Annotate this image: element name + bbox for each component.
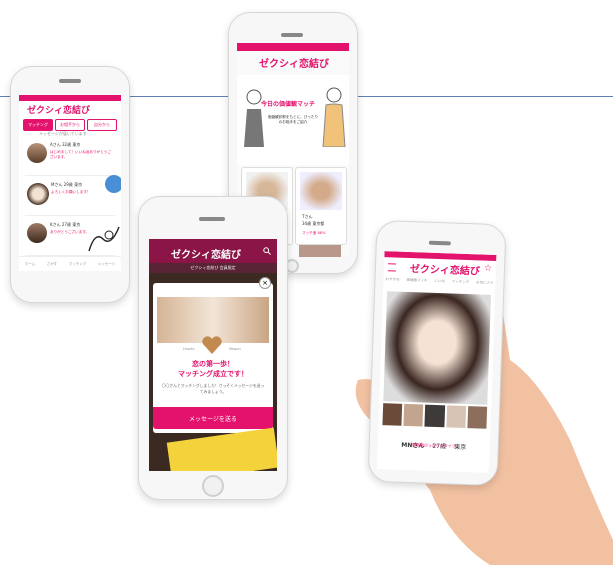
nav-matching[interactable]: マッチング — [69, 262, 87, 267]
star-icon[interactable]: ☆ — [484, 264, 492, 274]
avatar — [27, 143, 47, 163]
nav-home[interactable]: ホーム — [25, 262, 35, 267]
tab-from-partner[interactable]: お相手から — [55, 119, 85, 131]
menu-icon[interactable] — [387, 263, 397, 272]
heart-icon — [201, 335, 223, 355]
match-tabs: マッチング お相手から 自分から — [23, 119, 117, 131]
thumbnail-strip — [382, 403, 488, 429]
tab-recommend[interactable]: おすすめ — [385, 277, 399, 282]
match-title-1: 恋の第一歩！ — [192, 360, 234, 368]
thumbnail[interactable] — [467, 406, 488, 429]
notice-text: メッセージが届いています — [39, 131, 87, 136]
tab-matching[interactable]: マッチング — [23, 119, 53, 131]
home-button[interactable] — [202, 475, 224, 497]
app-brand: ゼクシィ恋結び — [27, 106, 91, 116]
status-bar — [384, 251, 497, 262]
tab-like[interactable]: いいね — [434, 279, 445, 284]
match-modal: × Hawks Megan 恋の第一歩！ マッチング成立です！ 〇〇さんとマッチ… — [153, 277, 273, 433]
app-header: ゼクシィ恋結び — [149, 239, 277, 263]
app-brand: ゼクシィ恋結び — [259, 59, 329, 70]
bottom-nav: ホーム さがす マッチング メッセージ — [19, 256, 121, 271]
profile-main-photo — [383, 291, 492, 405]
sketch-illustration-icon — [88, 226, 120, 252]
app-brand: ゼクシィ恋結び — [409, 264, 481, 278]
thumbnail[interactable] — [382, 403, 403, 426]
match-title-2: マッチング成立です！ — [178, 370, 248, 378]
profile-name: Tさん — [302, 214, 313, 219]
profile-card[interactable]: Tさん 34歳 東京都 マッチ度 88% — [295, 167, 347, 245]
app-brand: ゼクシィ恋結び — [171, 250, 241, 261]
tabs: おすすめ 価値観マッチ いいね マッチング お気に入り — [385, 277, 493, 286]
match-desc: 〇〇さんとマッチングしました！さっそくメッセージを送ってみましょう。 — [161, 383, 265, 394]
message-sender: Aさん 32歳 東京 — [50, 142, 81, 147]
send-message-button[interactable]: メッセージを送る — [153, 407, 273, 429]
list-item[interactable]: Mさん 29歳 東京 よろしくお願いします！ — [25, 179, 115, 216]
nav-search[interactable]: さがす — [47, 262, 58, 267]
left-phone: ゼクシィ恋結び マッチング お相手から 自分から メッセージが届いています Aさ… — [10, 66, 130, 303]
phone-speaker — [428, 240, 451, 246]
thumbnail[interactable] — [424, 404, 445, 428]
phone-speaker — [199, 217, 225, 221]
nav-message[interactable]: メッセージ — [98, 262, 115, 267]
tab-matching[interactable]: マッチング — [452, 279, 470, 285]
banner-heading: 今日の価値観マッチ — [261, 101, 316, 108]
tab-from-self[interactable]: 自分から — [87, 119, 117, 131]
message-sender: Mさん 29歳 東京 — [51, 182, 83, 187]
phone-speaker — [59, 79, 81, 83]
thumbnail[interactable] — [403, 403, 424, 427]
tab-value-match[interactable]: 価値観マッチ — [406, 278, 427, 284]
partner-label: Hawks — [183, 347, 195, 351]
tab-favorite[interactable]: お気に入り — [476, 280, 494, 286]
list-item[interactable]: Kさん 27歳 東京 ありがとうございます。 — [25, 219, 120, 256]
header-banner: 今日の価値観マッチ 価値観診断をもとに、ぴったりのお相手をご紹介 — [237, 75, 349, 165]
right-phone-screen: ゼクシィ恋結び ☆ おすすめ 価値観マッチ いいね マッチング お気に入り MN… — [376, 251, 497, 473]
search-icon[interactable] — [263, 247, 271, 255]
right-phone: ゼクシィ恋結び ☆ おすすめ 価値観マッチ いいね マッチング お気に入り MN… — [367, 219, 507, 487]
background-sketch — [166, 427, 277, 471]
profile-photo — [300, 172, 342, 210]
avatar — [27, 223, 47, 243]
sub-bar: ゼクシィ恋結び 会員限定 — [149, 263, 277, 273]
message-preview: はじめまして！いいね返ありがとうございます。 — [50, 150, 111, 159]
middle-phone: ゼクシィ恋結び ゼクシィ恋結び 会員限定 × Hawks Megan 恋の第一歩… — [138, 196, 288, 500]
middle-phone-screen: ゼクシィ恋結び ゼクシィ恋結び 会員限定 × Hawks Megan 恋の第一歩… — [149, 239, 277, 471]
status-bar — [19, 95, 121, 101]
match-rate: マッチ度 88% — [302, 231, 326, 235]
left-phone-screen: ゼクシィ恋結び マッチング お相手から 自分から メッセージが届いています Aさ… — [19, 95, 121, 271]
close-icon[interactable]: × — [259, 277, 271, 289]
profile-meta: 34歳 東京都 — [302, 221, 325, 226]
avatar — [27, 183, 49, 205]
message-preview: ありがとうございます。 — [50, 230, 90, 234]
status-bar — [237, 43, 349, 51]
message-sender: Kさん 27歳 東京 — [50, 222, 81, 227]
partner-label: Megan — [229, 347, 241, 351]
message-preview: よろしくお願いします！ — [51, 190, 91, 194]
banner-sub: 価値観診断をもとに、ぴったりのお相手をご紹介 — [267, 115, 319, 124]
man-illustration-icon — [244, 89, 264, 147]
woman-illustration-icon — [322, 87, 346, 147]
send-message-label: メッセージを送る — [189, 416, 237, 423]
list-item[interactable]: Aさん 32歳 東京 はじめまして！いいね返ありがとうございます。 — [25, 139, 115, 176]
thumbnail[interactable] — [446, 405, 466, 429]
profile-photo — [299, 245, 341, 257]
phone-speaker — [281, 33, 303, 37]
